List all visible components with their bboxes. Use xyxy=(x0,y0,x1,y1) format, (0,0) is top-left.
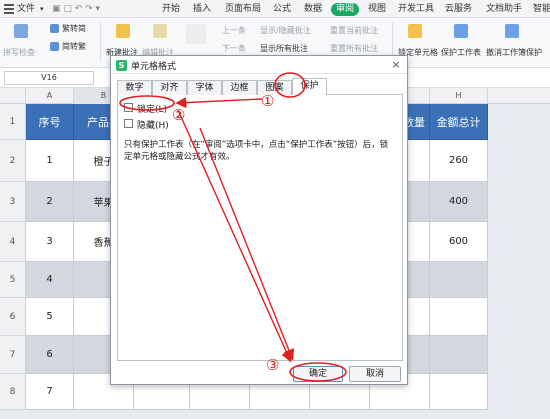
quick-access-icons[interactable]: ▣ ▢ ↶ ↷ ▾ xyxy=(52,3,100,16)
cell[interactable] xyxy=(430,262,488,298)
tab-font[interactable]: 字体 xyxy=(187,80,222,95)
menu-review[interactable]: 审阅 xyxy=(331,3,360,16)
cell[interactable] xyxy=(430,298,488,336)
unprotect-workbook-button[interactable]: 撤消工作簿保护 xyxy=(486,48,542,58)
wps-sheet-logo-icon: S xyxy=(116,60,127,71)
name-box[interactable]: V16 xyxy=(4,71,94,85)
locked-label: 锁定(L) xyxy=(137,105,168,115)
cell-index[interactable]: 5 xyxy=(26,298,74,336)
tab-alignment[interactable]: 对齐 xyxy=(152,80,187,95)
protection-description: 只有保护工作表（在“审阅”选项卡中，点击“保护工作表”按钮）后，锁定单元格或隐藏… xyxy=(124,140,389,162)
menu-cloud[interactable]: 云服务 xyxy=(445,3,472,16)
row-header[interactable]: 2 xyxy=(0,140,26,182)
new-comment-icon xyxy=(116,24,130,38)
menu-bar: 文件 ▾ ▣ ▢ ↶ ↷ ▾ 开始 插入 页面布局 公式 数据 审阅 视图 开发… xyxy=(0,0,550,18)
menu-insert[interactable]: 插入 xyxy=(193,3,211,16)
prev-comment-button[interactable]: 上一条 xyxy=(222,26,246,36)
header-cell-total[interactable]: 金额总计 xyxy=(430,104,488,140)
dialog-title: 单元格格式 xyxy=(131,62,177,72)
lock-cell-icon xyxy=(408,24,422,38)
menu-developer[interactable]: 开发工具 xyxy=(398,3,434,16)
tab-border[interactable]: 边框 xyxy=(222,80,257,95)
menu-formulas[interactable]: 公式 xyxy=(273,3,291,16)
file-dropdown-icon[interactable]: ▾ xyxy=(40,3,44,16)
annotation-number-1: ① xyxy=(261,92,275,110)
cell-total[interactable]: 400 xyxy=(430,182,488,222)
annotation-number-2: ② xyxy=(172,106,186,124)
menu-smart[interactable]: 智能 xyxy=(533,3,550,16)
cell-index[interactable]: 6 xyxy=(26,336,74,374)
menu-data[interactable]: 数据 xyxy=(304,3,322,16)
trad-to-simp-button[interactable]: 繁转简 xyxy=(62,24,86,34)
cell-index[interactable]: 3 xyxy=(26,222,74,262)
show-all-comments-button[interactable]: 显示所有批注 xyxy=(260,44,308,54)
row-header[interactable]: 6 xyxy=(0,298,26,336)
edit-comment-icon xyxy=(153,24,167,38)
cell-index[interactable]: 4 xyxy=(26,262,74,298)
menu-view[interactable]: 视图 xyxy=(368,3,386,16)
close-icon[interactable]: × xyxy=(389,58,403,72)
header-cell-index[interactable]: 序号 xyxy=(26,104,74,140)
cell-index[interactable]: 2 xyxy=(26,182,74,222)
cell-total[interactable]: 600 xyxy=(430,222,488,262)
select-all-corner[interactable] xyxy=(0,88,26,104)
row-header[interactable]: 3 xyxy=(0,182,26,222)
hidden-label: 隐藏(H) xyxy=(137,121,169,131)
show-hide-comment-button[interactable]: 显示/隐藏批注 xyxy=(260,26,311,36)
annotation-number-3: ③ xyxy=(266,356,280,374)
locked-checkbox[interactable] xyxy=(124,103,133,112)
tab-protection[interactable]: 保护 xyxy=(292,78,327,96)
reset-all-comments-button[interactable]: 重置所有批注 xyxy=(330,44,378,54)
cancel-button[interactable]: 取消 xyxy=(349,366,401,382)
spell-check-button[interactable]: 拼写检查· xyxy=(3,48,38,58)
row-header[interactable]: 4 xyxy=(0,222,26,262)
delete-comment-icon xyxy=(186,24,206,44)
protect-sheet-button[interactable]: 保护工作表 xyxy=(441,48,481,58)
tab-number[interactable]: 数字 xyxy=(117,80,152,95)
reset-current-comment-button[interactable]: 重置当前批注 xyxy=(330,26,378,36)
trad-to-simp-icon xyxy=(50,24,59,33)
dialog-title-bar[interactable]: S 单元格格式 × xyxy=(111,56,407,74)
format-cells-dialog: S 单元格格式 × 数字 对齐 字体 边框 图案 保护 锁定(L) 隐藏(H) … xyxy=(110,55,408,385)
row-header[interactable]: 7 xyxy=(0,336,26,374)
row-header[interactable]: 1 xyxy=(0,104,26,140)
cell-total[interactable]: 260 xyxy=(430,140,488,182)
row-header[interactable]: 5 xyxy=(0,262,26,298)
menu-file[interactable]: 文件 xyxy=(17,3,35,16)
hidden-checkbox[interactable] xyxy=(124,119,133,128)
menu-doc-assistant[interactable]: 文档助手 xyxy=(486,3,522,16)
cell-index[interactable]: 1 xyxy=(26,140,74,182)
menu-page-layout[interactable]: 页面布局 xyxy=(225,3,261,16)
next-comment-button[interactable]: 下一条 xyxy=(222,44,246,54)
menu-home[interactable]: 开始 xyxy=(162,3,180,16)
column-header-a[interactable]: A xyxy=(26,88,74,104)
unprotect-workbook-icon xyxy=(505,24,519,38)
hamburger-menu-icon[interactable] xyxy=(4,4,14,14)
column-header-h[interactable]: H xyxy=(430,88,488,104)
ribbon-separator xyxy=(100,22,101,62)
simp-to-trad-icon xyxy=(50,42,59,51)
ok-button[interactable]: 确定 xyxy=(293,366,343,382)
protect-sheet-icon xyxy=(454,24,468,38)
cell[interactable] xyxy=(430,374,488,410)
cell-index[interactable]: 7 xyxy=(26,374,74,410)
dialog-tabs: 数字 对齐 字体 边框 图案 保护 xyxy=(117,78,403,96)
spell-check-icon xyxy=(14,24,28,38)
row-header[interactable]: 8 xyxy=(0,374,26,410)
simp-to-trad-button[interactable]: 简转繁 xyxy=(62,42,86,52)
protection-panel: 锁定(L) 隐藏(H) 只有保护工作表（在“审阅”选项卡中，点击“保护工作表”按… xyxy=(117,95,403,361)
cell[interactable] xyxy=(430,336,488,374)
